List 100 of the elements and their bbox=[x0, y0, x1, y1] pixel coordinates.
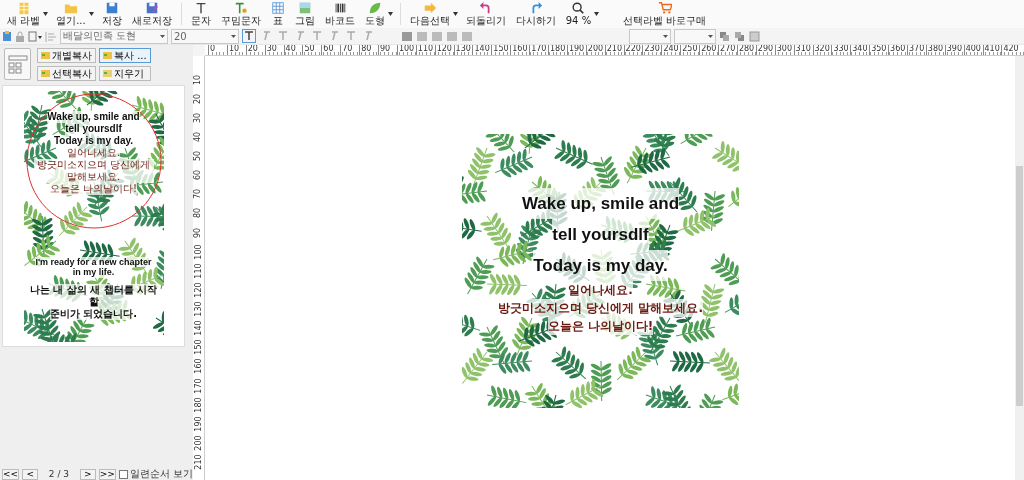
ruler-label: 50 bbox=[302, 45, 322, 55]
toolbar-button[interactable]: 다시하기 bbox=[513, 0, 558, 27]
toolbar-button[interactable]: 문자 bbox=[188, 0, 213, 27]
note-icon bbox=[41, 69, 50, 78]
ruler-label: 290 bbox=[755, 45, 775, 55]
ruler-label: 30 bbox=[194, 112, 203, 123]
arrange-icon[interactable] bbox=[719, 30, 731, 42]
letter-t-icon bbox=[329, 31, 339, 41]
letter-t-icon bbox=[312, 31, 322, 41]
font-select[interactable]: 배달의민족 도현 bbox=[60, 28, 168, 44]
ruler-label: 120 bbox=[434, 45, 454, 55]
fill-style-icon[interactable] bbox=[431, 30, 443, 42]
fill-style-icon[interactable] bbox=[446, 30, 458, 42]
ruler-label: 50 bbox=[194, 150, 203, 162]
ruler-label: 0 bbox=[208, 45, 227, 55]
letter-t-icon bbox=[346, 31, 356, 41]
fill-style-icon[interactable] bbox=[416, 30, 428, 42]
ruler-label: 70 bbox=[194, 189, 203, 200]
caret-icon[interactable] bbox=[387, 11, 393, 16]
letter-t-icon bbox=[363, 31, 373, 41]
copy-button[interactable]: 개별복사 bbox=[37, 48, 96, 63]
text-style-button[interactable] bbox=[242, 29, 256, 43]
ruler-label: 10 bbox=[194, 74, 203, 85]
ruler-label: 360 bbox=[888, 45, 907, 55]
letter-t-icon bbox=[278, 31, 288, 41]
toolbar-button[interactable]: 새 라벨 bbox=[5, 0, 43, 27]
ruler-label: 300 bbox=[774, 45, 794, 55]
fill-style-icon[interactable] bbox=[401, 30, 413, 42]
toolbar-button[interactable]: 표 bbox=[268, 0, 287, 27]
thumbnail-text: in my life. bbox=[72, 267, 115, 279]
last-page-button[interactable]: >> bbox=[98, 468, 116, 480]
dropdown-select[interactable] bbox=[629, 28, 671, 44]
ruler-label: 180 bbox=[194, 397, 203, 413]
caret-icon bbox=[160, 34, 165, 38]
fill-style-icon[interactable] bbox=[461, 30, 473, 42]
ruler-label: 190 bbox=[194, 416, 203, 432]
caret-icon[interactable] bbox=[43, 11, 49, 16]
layout-icon[interactable] bbox=[4, 48, 31, 80]
ruler-label: 150 bbox=[491, 45, 511, 55]
label-text: 방긋미소지으며 당신에게 말해보세요. bbox=[498, 299, 703, 317]
layers-icon[interactable] bbox=[28, 30, 42, 42]
toolbar-button[interactable]: 도형 bbox=[362, 0, 387, 27]
ruler-label: 210 bbox=[604, 45, 624, 55]
label-text: 일어나세요. bbox=[568, 281, 633, 299]
ruler-label: 350 bbox=[869, 45, 889, 55]
thumbnail-text: I'm ready for a new chapter bbox=[35, 256, 152, 268]
font-size-select[interactable]: 20 bbox=[171, 28, 239, 44]
first-page-button[interactable]: << bbox=[2, 468, 20, 480]
copy-button[interactable]: 복사 ... bbox=[99, 48, 151, 63]
leaf-shape-icon bbox=[367, 1, 382, 15]
caret-icon bbox=[708, 34, 713, 38]
ruler-label: 170 bbox=[529, 45, 549, 55]
arrange-icon[interactable] bbox=[734, 30, 746, 42]
picture-icon bbox=[297, 1, 312, 15]
clipboard-icon[interactable] bbox=[2, 30, 12, 42]
letter-t-sparkle-icon bbox=[233, 1, 248, 15]
order-checkbox[interactable]: 일련순서 보기 bbox=[118, 469, 193, 479]
ruler-label: 40 bbox=[194, 131, 203, 143]
ruler-label: 320 bbox=[812, 45, 832, 55]
ruler-label: 10 bbox=[226, 45, 246, 55]
font-size: 20 bbox=[174, 30, 187, 42]
shopping-cart-icon bbox=[657, 1, 672, 15]
copy-button[interactable]: 지우기 bbox=[99, 66, 151, 81]
ruler-label: 400 bbox=[963, 45, 983, 55]
toolbar-button[interactable]: 열기... bbox=[54, 0, 88, 27]
toolbar-button[interactable]: 되돌리기 bbox=[463, 0, 508, 27]
next-page-button[interactable]: > bbox=[79, 468, 96, 480]
thumbnail-text: 나는 내 삶의 새 챕터를 시작할 bbox=[28, 284, 159, 309]
toolbar-button[interactable]: 저장 bbox=[99, 0, 124, 27]
grid-icon[interactable] bbox=[749, 30, 760, 42]
ruler-label: 140 bbox=[472, 45, 492, 55]
ruler-label: 140 bbox=[194, 320, 203, 336]
ruler-label: 100 bbox=[194, 244, 203, 260]
ruler-label: 20 bbox=[194, 93, 203, 104]
toolbar-button[interactable]: 선택라벨 바로구매 bbox=[621, 0, 709, 27]
dropdown-select[interactable] bbox=[674, 28, 716, 44]
ruler-label: 310 bbox=[793, 45, 813, 55]
ruler-label: 280 bbox=[736, 45, 756, 55]
toolbar-button[interactable]: 바코드 bbox=[322, 0, 357, 27]
align-icon[interactable] bbox=[45, 30, 57, 42]
caret-icon[interactable] bbox=[594, 11, 600, 16]
toolbar-button[interactable]: 다음선택 bbox=[407, 0, 452, 27]
ruler-label: 150 bbox=[194, 339, 203, 355]
ruler-label: 250 bbox=[680, 45, 700, 55]
toolbar-button[interactable]: 꾸밈문자 bbox=[218, 0, 263, 27]
ruler-label: 70 bbox=[340, 45, 360, 55]
lock-icon[interactable] bbox=[15, 30, 25, 42]
previous-page-button[interactable]: < bbox=[22, 468, 39, 480]
caret-icon[interactable] bbox=[88, 11, 94, 16]
ruler-label: 80 bbox=[359, 45, 378, 55]
toolbar-button[interactable]: 94 % bbox=[563, 0, 594, 27]
copy-button[interactable]: 선택복사 bbox=[37, 66, 96, 81]
caret-icon[interactable] bbox=[452, 11, 458, 16]
toolbar-button[interactable]: 그림 bbox=[292, 0, 317, 27]
page-thumbnail[interactable]: Wake up, smile and tell yoursdlf Today is my day. 일어나세요. 방긋미소지으며 당신에게 말해보세요. 오늘은 나의날이다! I'm ready for a new chapter in my life. 나는 내 삶의 새 챕터를 시작할 준비가 되었습니다. bbox=[2, 85, 185, 347]
toolbar-button[interactable]: 새로저장 bbox=[129, 0, 174, 27]
table-grid-icon bbox=[270, 1, 285, 15]
undo-icon bbox=[478, 1, 493, 15]
thumbnail-text: 방긋미소지으며 당신에게 말해보세요. bbox=[33, 158, 154, 183]
ruler-label: 40 bbox=[283, 45, 303, 55]
